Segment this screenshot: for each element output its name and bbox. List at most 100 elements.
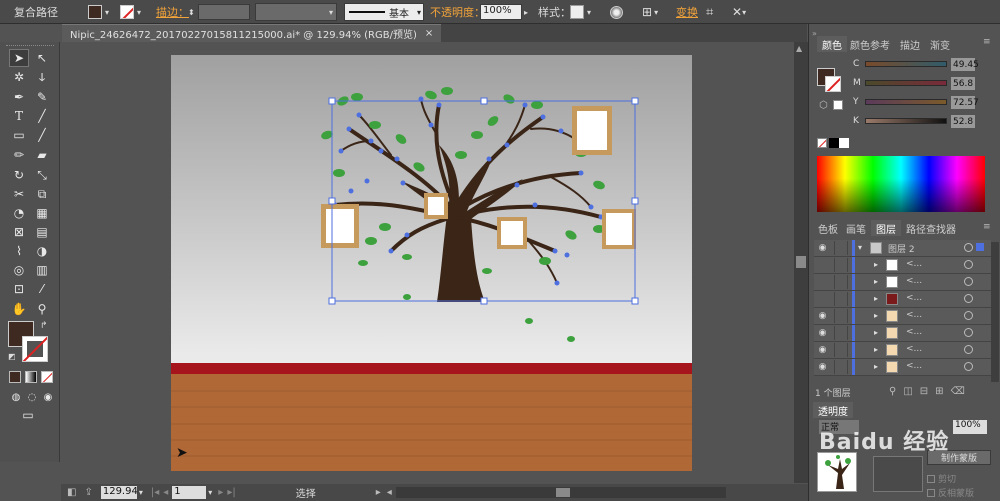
selection-indicator[interactable]: [976, 328, 984, 336]
default-colors-icon[interactable]: ◩: [8, 352, 16, 361]
object-thumbnail[interactable]: [817, 452, 857, 492]
vertical-scrollbar[interactable]: ▲: [794, 42, 808, 483]
sublayer-row[interactable]: ◉ ▸ <...: [814, 325, 991, 342]
target-circle-icon[interactable]: [964, 277, 973, 286]
column-graph-tool-icon[interactable]: ▥: [32, 261, 52, 279]
visibility-eye-icon[interactable]: ◉: [816, 311, 829, 321]
sublayer-name[interactable]: <...: [906, 327, 922, 337]
lock-toggle[interactable]: [834, 360, 848, 374]
perspective-grid-tool-icon[interactable]: ▦: [32, 204, 52, 222]
lasso-tool-icon[interactable]: ↆ: [32, 68, 52, 86]
sublayer-name[interactable]: <...: [906, 344, 922, 354]
lock-toggle[interactable]: [834, 258, 848, 272]
color-stroke-box[interactable]: [825, 76, 841, 92]
sublayer-row[interactable]: ◉ ▸ <...: [814, 342, 991, 359]
width-tool-icon[interactable]: ✂: [9, 185, 29, 203]
color-mode-icon[interactable]: [9, 371, 21, 383]
selection-indicator[interactable]: [976, 311, 984, 319]
sublayer-row[interactable]: ▸ <...: [814, 291, 991, 308]
sublayer-name[interactable]: <...: [906, 293, 922, 303]
color-spectrum[interactable]: [817, 156, 985, 212]
channel-k-value[interactable]: 52.8: [951, 115, 975, 128]
lock-toggle[interactable]: [834, 275, 848, 289]
visibility-eye-icon[interactable]: ◉: [816, 345, 829, 355]
expand-toggle-icon[interactable]: ▸: [874, 294, 878, 303]
expand-toggle-icon[interactable]: ▸: [874, 311, 878, 320]
next-artboard-icon[interactable]: ▸: [218, 487, 223, 498]
recolor-artwork-icon[interactable]: [610, 3, 623, 21]
target-circle-icon[interactable]: [964, 260, 973, 269]
artboard-number-field[interactable]: 1: [172, 486, 207, 499]
selection-indicator[interactable]: [976, 362, 984, 370]
close-tab-icon[interactable]: ×: [425, 28, 433, 39]
eraser-tool-icon[interactable]: ▰: [32, 146, 52, 164]
channel-m-slider[interactable]: [865, 80, 947, 86]
clipping-mask-icon[interactable]: ◫: [903, 386, 912, 397]
selection-indicator[interactable]: [976, 345, 984, 353]
visibility-eye-icon[interactable]: ◉: [816, 243, 829, 253]
expand-toggle-icon[interactable]: ▸: [874, 328, 878, 337]
rectangle-tool-icon[interactable]: ▭: [9, 126, 29, 144]
none-mode-icon[interactable]: [41, 371, 53, 383]
toolbox-grip[interactable]: [6, 45, 54, 48]
gradient-tool-icon[interactable]: ▤: [32, 223, 52, 241]
visibility-eye-icon[interactable]: ◉: [816, 362, 829, 372]
artboard-nav-icon[interactable]: ◧: [67, 487, 76, 498]
canvas-area[interactable]: ➤: [61, 42, 794, 483]
tab-color-guide[interactable]: 颜色参考: [845, 36, 895, 52]
document-tab[interactable]: Nipic_24626472_20170227015811215000.ai* …: [62, 24, 442, 42]
rotate-tool-icon[interactable]: ↻: [9, 166, 29, 184]
new-layer-icon[interactable]: ⊞: [935, 386, 943, 397]
delete-layer-icon[interactable]: ⌫: [951, 386, 965, 397]
zoom-tool-icon[interactable]: ⚲: [32, 300, 52, 318]
locate-object-icon[interactable]: ⚲: [889, 386, 896, 397]
expand-toggle-icon[interactable]: ▸: [874, 277, 878, 286]
hscroll-thumb[interactable]: [555, 488, 570, 497]
magic-wand-tool-icon[interactable]: ✲: [9, 68, 29, 86]
white-swatch[interactable]: [839, 138, 849, 148]
expand-toggle-icon[interactable]: ▸: [874, 260, 878, 269]
symbol-sprayer-tool-icon[interactable]: ◎: [9, 261, 29, 279]
hand-tool-icon[interactable]: ✋: [9, 300, 29, 318]
sublayer-name[interactable]: <...: [906, 310, 922, 320]
sublayer-name[interactable]: <...: [906, 361, 922, 371]
type-tool-icon[interactable]: T: [9, 107, 29, 125]
swap-fill-stroke-icon[interactable]: ↱: [40, 321, 48, 331]
target-circle-icon[interactable]: [964, 243, 973, 252]
black-swatch[interactable]: [829, 138, 839, 148]
target-circle-icon[interactable]: [964, 362, 973, 371]
gradient-mode-icon[interactable]: [25, 371, 37, 383]
fill-swatch[interactable]: ▾: [88, 3, 109, 21]
tab-swatches[interactable]: 色板: [813, 220, 843, 236]
channel-c-value[interactable]: 49.45: [951, 58, 979, 71]
invert-mask-option[interactable]: 反相蒙版: [927, 486, 974, 499]
target-circle-icon[interactable]: [964, 294, 973, 303]
none-swatch[interactable]: [817, 138, 827, 148]
hscroll-left-icon[interactable]: ◂: [387, 487, 392, 498]
tab-layers[interactable]: 图层: [871, 220, 901, 236]
sublayer-row[interactable]: ◉ ▸ <...: [814, 308, 991, 325]
expand-toggle-icon[interactable]: ▾: [858, 243, 862, 252]
artboard[interactable]: [171, 55, 692, 471]
mask-thumbnail[interactable]: [873, 456, 923, 492]
last-artboard-icon[interactable]: ▸|: [227, 487, 235, 498]
isolate-group-icon[interactable]: ⌗: [706, 3, 713, 21]
zoom-dropdown-icon[interactable]: ▾: [139, 488, 143, 497]
selection-indicator[interactable]: [976, 260, 984, 268]
align-to-icon[interactable]: ⊞ ▾: [642, 3, 658, 21]
layers-scrollbar[interactable]: [991, 242, 999, 382]
scroll-thumb[interactable]: [796, 256, 806, 268]
web-safe-icon[interactable]: [833, 100, 843, 110]
channel-c-slider[interactable]: [865, 61, 947, 67]
tab-pathfinder[interactable]: 路径查找器: [901, 220, 961, 236]
curvature-tool-icon[interactable]: ✎: [32, 88, 52, 106]
mesh-tool-icon[interactable]: ⊠: [9, 223, 29, 241]
blend-tool-icon[interactable]: ◑: [32, 242, 52, 260]
transform-link[interactable]: 变换: [676, 3, 698, 21]
brush-definition-dropdown[interactable]: 基本 ▾: [344, 3, 424, 21]
transparency-opacity-field[interactable]: 100%: [953, 420, 987, 434]
channel-y-slider[interactable]: [865, 99, 947, 105]
shape-builder-tool-icon[interactable]: ◔: [9, 204, 29, 222]
stroke-label[interactable]: 描边：: [156, 3, 189, 21]
tab-stroke[interactable]: 描边: [895, 36, 925, 52]
